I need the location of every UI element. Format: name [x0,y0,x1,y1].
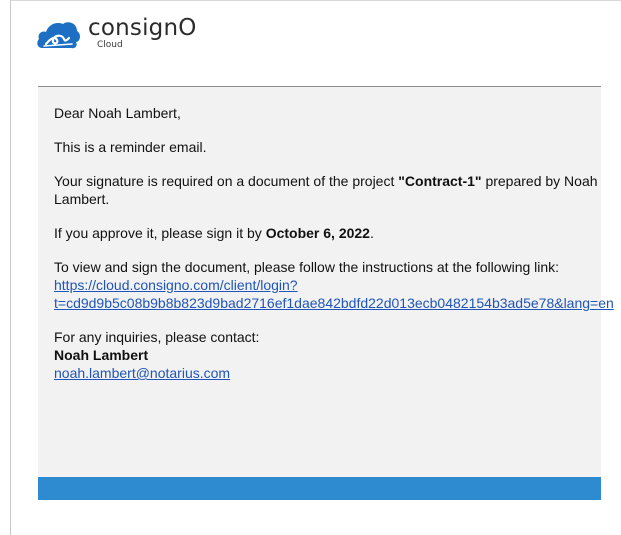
window-left-border [10,0,11,535]
sign-link-line-1: https://cloud.consigno.com/client/login? [54,277,298,293]
email-body-panel: Dear Noah Lambert, This is a reminder em… [38,87,614,500]
cloud-signature-icon [37,22,80,49]
contact-name: Noah Lambert [54,347,149,363]
email-header: consignO Cloud [36,14,197,58]
signature-required-text: Your signature is required on a document… [54,172,601,208]
instructions-text: To view and sign the document, please fo… [54,259,560,275]
brand-name: consignO [88,15,197,41]
brand-subtitle: Cloud [97,40,123,50]
contact-email-link[interactable]: noah.lambert@notarius.com [54,365,230,381]
approval-text: If you approve it, please sign it by Oct… [54,224,601,242]
contact-label: For any inquiries, please contact: [54,329,260,345]
sign-document-link[interactable]: https://cloud.consigno.com/client/login?… [54,277,614,311]
project-name: "Contract-1" [398,173,482,189]
footer-bar [38,477,601,500]
intro-text: This is a reminder email. [54,139,207,155]
contact-block: For any inquiries, please contact: Noah … [54,328,601,382]
instructions-paragraph: To view and sign the document, please fo… [54,258,614,312]
brand-logo-text: consignO Cloud [88,14,197,50]
greeting: Dear Noah Lambert, [54,105,181,121]
signature-text-before: Your signature is required on a document… [54,173,399,189]
approval-period: . [369,225,374,241]
email-content: Dear Noah Lambert, This is a reminder em… [38,87,614,382]
approval-text-before: If you approve it, please sign it by [54,225,266,241]
window-top-border [10,0,621,1]
sign-link-line-2: t=cd9d9b5c08b9b8b823d9bad2716ef1dae842bd… [54,295,614,311]
deadline-date: October 6, 2022 [265,225,370,241]
